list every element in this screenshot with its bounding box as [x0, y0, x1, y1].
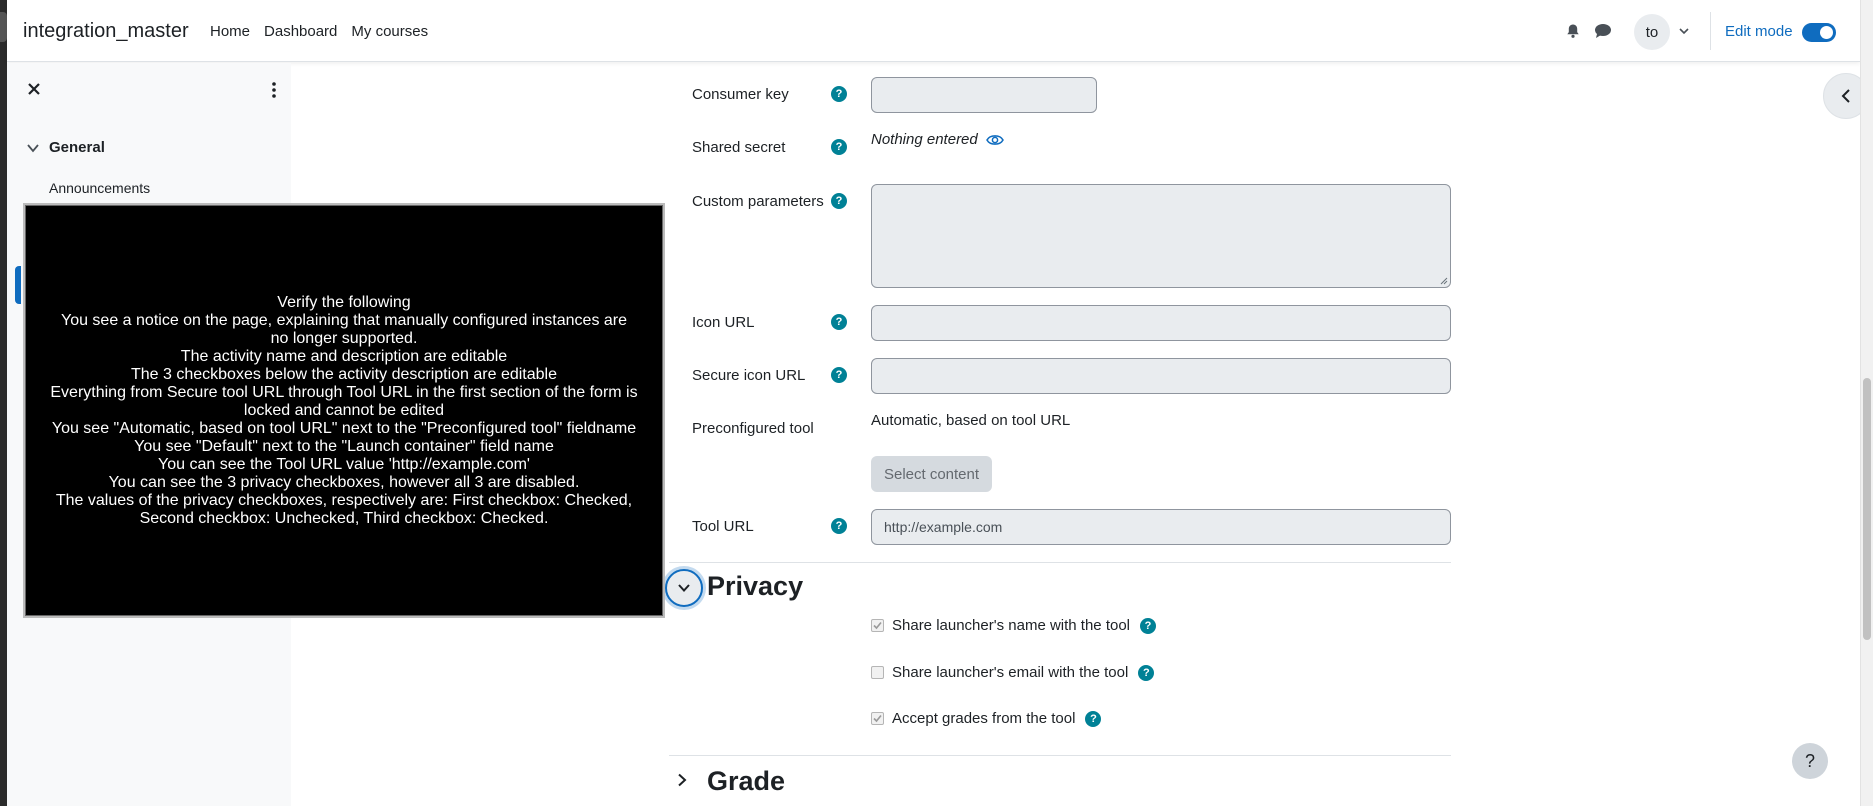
secure-icon-url-input: [871, 358, 1451, 394]
nav-link-home[interactable]: Home: [210, 23, 250, 40]
overlay-line: The values of the privacy checkboxes, re…: [55, 491, 633, 527]
consumer-key-input: [871, 77, 1097, 113]
chevron-right-icon[interactable]: [675, 773, 689, 787]
active-item-indicator: [15, 266, 21, 304]
overlay-line: You can see the 3 privacy checkboxes, ho…: [108, 473, 580, 491]
course-section-label: General: [49, 139, 105, 156]
share-email-label: Share launcher's email with the tool: [892, 664, 1129, 681]
shared-secret-value: Nothing entered: [871, 131, 1004, 148]
scrollbar-thumb[interactable]: [1863, 378, 1871, 640]
nav-link-my-courses[interactable]: My courses: [351, 23, 428, 40]
icon-url-input: [871, 305, 1451, 341]
overlay-line: Verify the following: [277, 293, 411, 311]
footer-help-button[interactable]: ?: [1792, 743, 1828, 779]
eye-icon[interactable]: [986, 133, 1004, 147]
overlay-line: The activity name and description are ed…: [180, 347, 508, 365]
course-section-general[interactable]: General: [27, 139, 105, 156]
edge-handle: [0, 12, 7, 42]
tool-url-label: Tool URL: [692, 518, 754, 535]
resize-handle-icon: [1440, 277, 1448, 285]
privacy-checkbox-row-1: Share launcher's name with the tool ?: [871, 617, 1157, 634]
page-scrollbar[interactable]: [1860, 0, 1873, 806]
share-name-help-icon[interactable]: ?: [1140, 617, 1157, 634]
share-name-label: Share launcher's name with the tool: [892, 617, 1131, 634]
chevron-down-icon: [27, 143, 39, 152]
user-avatar[interactable]: to: [1634, 14, 1670, 50]
overlay-line: You see "Automatic, based on tool URL" n…: [51, 419, 637, 437]
secure-icon-url-label: Secure icon URL: [692, 367, 806, 384]
close-icon[interactable]: [25, 80, 43, 98]
overlay-line: You can see the Tool URL value 'http://e…: [158, 455, 530, 473]
grade-section-title[interactable]: Grade: [707, 766, 785, 797]
navbar-divider: [1710, 12, 1711, 50]
accept-grades-label: Accept grades from the tool: [892, 710, 1076, 727]
section-divider: [669, 562, 1451, 563]
preconfigured-tool-value: Automatic, based on tool URL: [871, 412, 1071, 429]
icon-url-help-icon[interactable]: ?: [831, 314, 847, 330]
privacy-checkbox-row-2: Share launcher's email with the tool ?: [871, 664, 1155, 681]
privacy-checkbox-row-3: Accept grades from the tool ?: [871, 710, 1102, 727]
overlay-line: You see "Default" next to the "Launch co…: [134, 437, 554, 455]
edit-mode-toggle[interactable]: [1802, 23, 1836, 42]
test-instructions-overlay: Verify the following You see a notice on…: [25, 205, 663, 616]
custom-parameters-help-icon[interactable]: ?: [831, 193, 847, 209]
messages-chat-icon[interactable]: [1594, 23, 1612, 39]
shared-secret-help-icon[interactable]: ?: [831, 139, 847, 155]
share-name-checkbox[interactable]: [871, 619, 884, 632]
primary-navigation: Home Dashboard My courses: [210, 23, 442, 40]
shared-secret-text: Nothing entered: [871, 131, 978, 148]
section-divider: [669, 755, 1451, 756]
kebab-menu-icon[interactable]: [271, 81, 277, 99]
privacy-section-title: Privacy: [707, 571, 804, 601]
site-name[interactable]: integration_master: [23, 20, 189, 43]
checkmark-icon: [873, 714, 882, 723]
toggle-knob: [1820, 26, 1833, 39]
preconfigured-tool-label: Preconfigured tool: [692, 420, 814, 437]
chevron-left-icon: [1841, 89, 1850, 103]
overlay-line: The 3 checkboxes below the activity desc…: [130, 365, 557, 383]
course-index-item-announcements[interactable]: Announcements: [49, 180, 150, 196]
overlay-line: You see a notice on the page, explaining…: [60, 311, 628, 347]
edit-mode-label[interactable]: Edit mode: [1725, 23, 1793, 40]
top-navbar: integration_master Home Dashboard My cou…: [7, 0, 1860, 62]
consumer-key-label: Consumer key: [692, 86, 789, 103]
tool-url-help-icon[interactable]: ?: [831, 518, 847, 534]
notifications-bell-icon[interactable]: [1565, 23, 1581, 39]
share-email-help-icon[interactable]: ?: [1138, 664, 1155, 681]
consumer-key-help-icon[interactable]: ?: [831, 86, 847, 102]
tool-url-input: http://example.com: [871, 509, 1451, 545]
share-email-checkbox[interactable]: [871, 666, 884, 679]
accept-grades-checkbox[interactable]: [871, 712, 884, 725]
chevron-down-icon[interactable]: [1679, 27, 1689, 35]
shared-secret-label: Shared secret: [692, 139, 786, 156]
custom-parameters-label: Custom parameters: [692, 193, 824, 210]
secure-icon-url-help-icon[interactable]: ?: [831, 367, 847, 383]
custom-parameters-textarea: [871, 184, 1451, 288]
left-window-edge: [0, 0, 7, 806]
select-content-button[interactable]: Select content: [871, 456, 992, 492]
overlay-line: Everything from Secure tool URL through …: [50, 383, 638, 419]
accept-grades-help-icon[interactable]: ?: [1085, 710, 1102, 727]
nav-link-dashboard[interactable]: Dashboard: [264, 23, 337, 40]
icon-url-label: Icon URL: [692, 314, 755, 331]
checkmark-icon: [873, 621, 882, 630]
privacy-collapse-toggle[interactable]: [665, 569, 703, 607]
chevron-down-icon: [678, 584, 690, 592]
